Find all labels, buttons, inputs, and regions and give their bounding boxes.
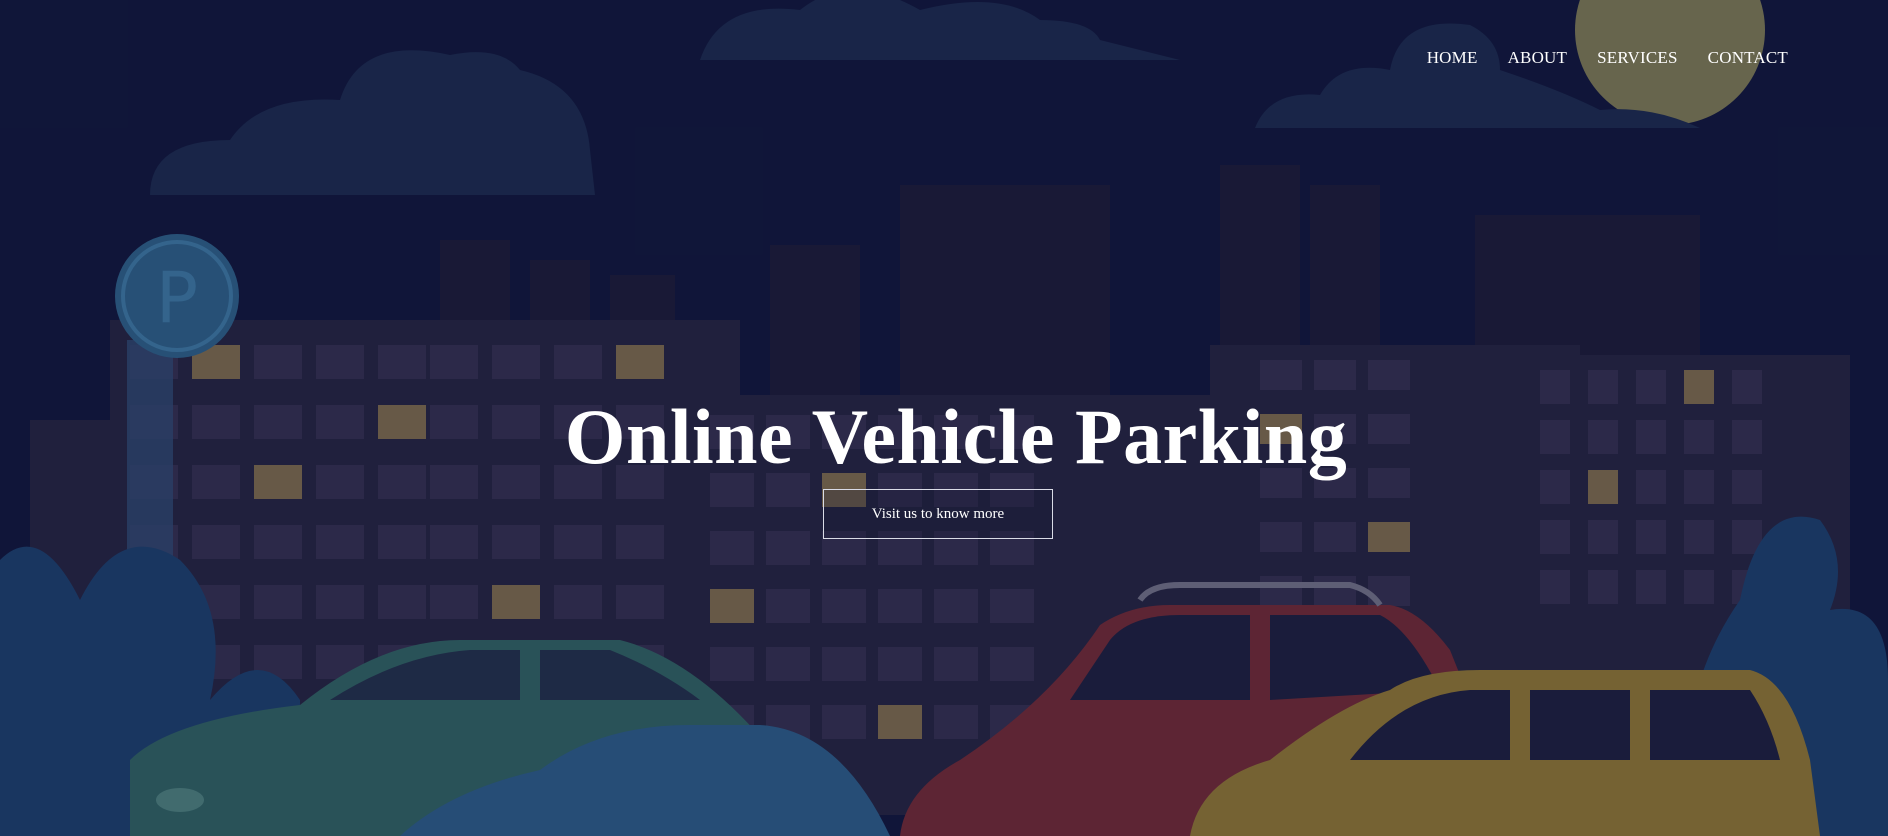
hero-content: Online Vehicle Parking (0, 398, 1888, 476)
building-window (554, 585, 602, 619)
nav-about-link[interactable]: ABOUT (1508, 48, 1568, 68)
building-window (1260, 522, 1302, 552)
building-window (710, 589, 754, 623)
building-window (934, 589, 978, 623)
building-window (616, 345, 664, 379)
building-window (1368, 360, 1410, 390)
building-window (254, 345, 302, 379)
building-window (1260, 360, 1302, 390)
building-window (1588, 570, 1618, 604)
visit-us-button[interactable]: Visit us to know more (823, 489, 1053, 539)
building-window (934, 705, 978, 739)
building-window (316, 585, 364, 619)
building-window (316, 345, 364, 379)
building-window (1636, 570, 1666, 604)
nav-home-link[interactable]: HOME (1427, 48, 1478, 68)
nav-services-link[interactable]: SERVICES (1597, 48, 1678, 68)
building-window (990, 647, 1034, 681)
main-nav: HOME ABOUT SERVICES CONTACT (1427, 48, 1788, 68)
building-window (1684, 570, 1714, 604)
building-window (878, 705, 922, 739)
building-window (822, 589, 866, 623)
building-window (1540, 570, 1570, 604)
building-window (616, 525, 664, 559)
building-window (378, 345, 426, 379)
building-window (934, 647, 978, 681)
parking-sign-letter: P (156, 257, 198, 339)
building-window (316, 525, 364, 559)
building-window (378, 525, 426, 559)
building-window (430, 345, 478, 379)
building-window (1684, 520, 1714, 554)
hero-title: Online Vehicle Parking (564, 393, 1348, 480)
building-window (1314, 522, 1356, 552)
building-window (492, 585, 540, 619)
building-window (254, 585, 302, 619)
building-window (990, 589, 1034, 623)
building-window (378, 585, 426, 619)
building-window (430, 585, 478, 619)
building-window (1540, 520, 1570, 554)
building-window (766, 589, 810, 623)
building-window (1260, 576, 1302, 606)
building-window (616, 585, 664, 619)
nav-contact-link[interactable]: CONTACT (1708, 48, 1788, 68)
building-window (878, 647, 922, 681)
building-window (1636, 520, 1666, 554)
building-window (822, 647, 866, 681)
building-window (710, 647, 754, 681)
hero-section: P HOME ABOUT SERVICES CONTACT Online Veh… (0, 0, 1888, 836)
building-window (554, 525, 602, 559)
building-window (254, 525, 302, 559)
building-window (1368, 522, 1410, 552)
building-window (822, 705, 866, 739)
building-window (1314, 576, 1356, 606)
building-window (766, 647, 810, 681)
building-window (492, 345, 540, 379)
building-window (430, 525, 478, 559)
building-window (554, 345, 602, 379)
building-window (710, 531, 754, 565)
building-window (878, 589, 922, 623)
building-window (492, 525, 540, 559)
building-window (1588, 520, 1618, 554)
building-window (766, 531, 810, 565)
building-window (1314, 360, 1356, 390)
building-window (192, 525, 240, 559)
